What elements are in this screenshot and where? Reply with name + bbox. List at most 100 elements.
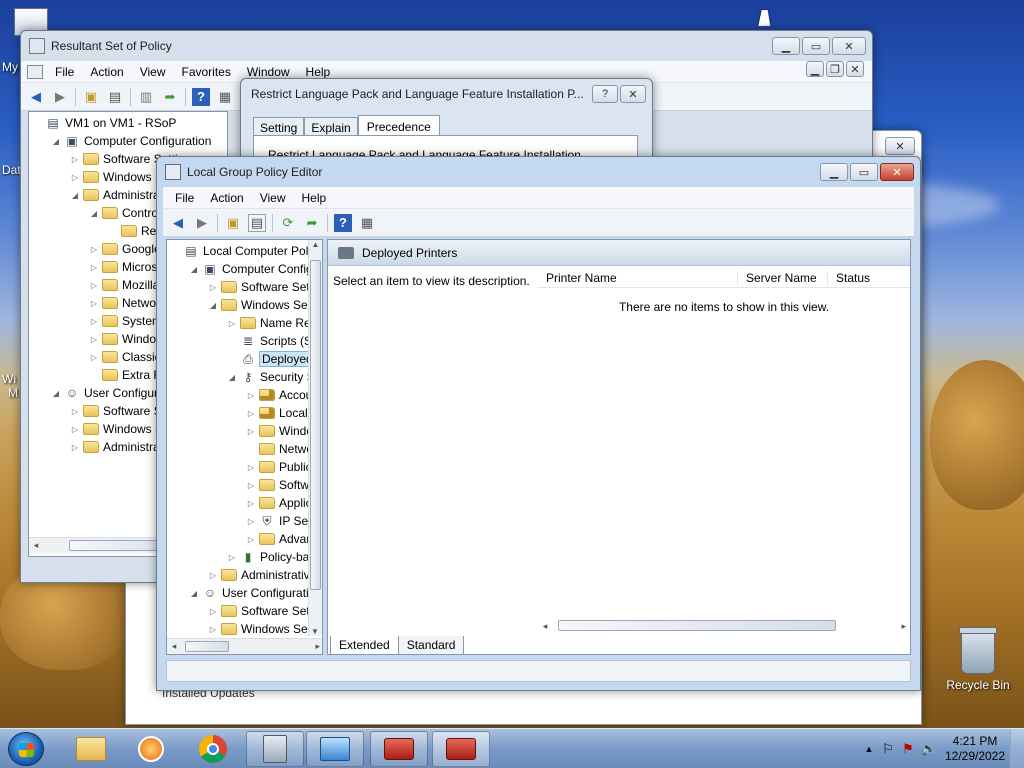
expand-toggle-icon[interactable]: ▷ [207,607,219,616]
expand-toggle-icon[interactable]: ◢ [50,389,62,398]
expand-toggle-icon[interactable]: ▷ [69,443,81,452]
expand-toggle-icon[interactable]: ▷ [88,263,100,272]
gpedit-titlebar[interactable]: Local Group Policy Editor ▁ ▭ ✕ [157,157,920,187]
tree-node[interactable]: ▷ Applic [245,494,312,512]
tree-node[interactable]: ▷ Google [88,240,161,258]
expand-toggle-icon[interactable]: ▷ [88,317,100,326]
expand-toggle-icon[interactable]: ▷ [245,499,257,508]
maximize-button[interactable]: ▭ [850,163,878,181]
scroll-left-arrow[interactable]: ◂ [167,641,181,652]
expand-toggle-icon[interactable]: ▷ [245,481,257,490]
taskbar-explorer-button[interactable] [62,731,120,767]
expand-toggle-icon[interactable]: ◢ [88,209,100,218]
desktop-icon-label[interactable]: Wi [2,372,16,386]
tree-node[interactable]: ◢ ☺ User Configuratio [188,584,315,602]
expand-toggle-icon[interactable]: ▷ [69,425,81,434]
expand-toggle-icon[interactable]: ▷ [245,463,257,472]
expand-toggle-icon[interactable]: ▷ [69,155,81,164]
tree-node[interactable]: ◢ ▣ Computer Config [188,260,313,278]
expand-toggle-icon[interactable]: ▷ [88,353,100,362]
network-icon[interactable]: ⚐ [878,741,898,757]
maximize-button[interactable]: ▭ [802,37,830,55]
desktop-icon-label[interactable]: M [8,386,18,400]
expand-toggle-icon[interactable]: ▷ [245,409,257,418]
menu-help[interactable]: Help [294,191,335,205]
tree-node[interactable]: ▷ Network [88,294,166,312]
tree-node[interactable]: ◢ ☺ User Configurat [50,384,168,402]
tree-node[interactable]: ▷ Software Setti [207,602,316,620]
start-button[interactable] [8,732,44,766]
scroll-thumb[interactable] [310,260,321,590]
desktop-icon-label[interactable]: My [2,60,18,74]
rsop-titlebar[interactable]: Resultant Set of Policy ▁ ▭ ✕ [21,31,872,61]
gpedit-tree-vscrollbar[interactable]: ▲ ▼ [308,240,322,636]
tab-standard[interactable]: Standard [398,636,465,655]
expand-toggle-icon[interactable]: ▷ [88,335,100,344]
expand-toggle-icon[interactable]: ▷ [69,407,81,416]
child-minimize-button[interactable]: ▁ [806,61,824,77]
tree-node[interactable]: ▷ Software Setti [207,278,316,296]
tree-node[interactable]: ▷ Softwa [245,476,316,494]
tree-node[interactable]: Netwo [245,440,313,458]
tree-node[interactable]: ▷ Administrati [69,438,166,456]
tree-node[interactable]: ▷ Advan [245,530,313,548]
scroll-down-arrow[interactable]: ▼ [309,627,321,636]
tree-node[interactable]: ▷ Window [88,330,165,348]
action-center-icon[interactable]: ⚑ [898,741,918,757]
scroll-thumb[interactable] [185,641,229,652]
tree-node[interactable]: ▷ Accou [245,386,312,404]
forward-arrow-icon[interactable]: ▶ [193,214,211,232]
tree-node[interactable]: ▷ Windows Sett [207,620,314,638]
taskbar-chrome-button[interactable] [184,731,242,767]
tree-node[interactable]: ▷ Windo [245,422,313,440]
show-action-pane-icon[interactable]: ▦ [358,214,376,232]
expand-toggle-icon[interactable]: ◢ [226,373,238,382]
tree-node[interactable]: ▤ Local Computer Polic [169,242,317,260]
recycle-bin[interactable]: Recycle Bin [940,627,1016,692]
refresh-icon[interactable]: ⟳ [279,214,297,232]
menu-action[interactable]: Action [82,65,131,79]
tree-node[interactable]: ◢ Windows Sett [207,296,314,314]
clock[interactable]: 4:21 PM 12/29/2022 [940,734,1010,764]
taskbar-toolbox-button-active[interactable] [432,731,490,767]
tree-node[interactable]: ▷ Microso [88,258,164,276]
expand-toggle-icon[interactable]: ▷ [245,391,257,400]
expand-toggle-icon[interactable]: ▷ [88,281,100,290]
background-window-close-button[interactable]: ✕ [885,137,915,155]
tree-node[interactable]: ▷ Mozilla [88,276,159,294]
desktop-icon-label[interactable]: Dat [2,163,21,177]
volume-icon[interactable]: 🔈 [918,741,940,757]
scroll-left-arrow[interactable]: ◂ [538,621,552,632]
help-icon[interactable]: ? [192,87,210,106]
tree-node[interactable]: ▷ ▮ Policy-bas [226,548,315,566]
expand-toggle-icon[interactable]: ▷ [226,553,238,562]
tree-node[interactable]: ▷ Name Res [226,314,317,332]
tree-node[interactable]: ▷ Administrative [207,566,316,584]
show-action-pane-icon[interactable]: ▦ [216,88,234,106]
child-close-button[interactable]: ✕ [846,61,864,77]
expand-toggle-icon[interactable]: ▷ [245,535,257,544]
gpedit-window[interactable]: Local Group Policy Editor ▁ ▭ ✕ File Act… [156,156,921,691]
list-hscrollbar[interactable]: ◂ ▸ [538,618,910,634]
back-arrow-icon[interactable]: ◀ [27,88,45,106]
dialog-titlebar[interactable]: Restrict Language Pack and Language Feat… [241,79,652,109]
dialog-close-button[interactable]: ✕ [620,85,646,103]
up-folder-icon[interactable]: ▣ [82,88,100,106]
scroll-right-arrow[interactable]: ▸ [315,641,320,652]
scroll-thumb[interactable] [558,620,836,631]
expand-toggle-icon[interactable]: ◢ [188,265,200,274]
help-icon[interactable]: ? [334,213,352,232]
expand-toggle-icon[interactable]: ◢ [69,191,81,200]
expand-toggle-icon[interactable]: ▷ [207,625,219,634]
expand-toggle-icon[interactable]: ◢ [207,301,219,310]
tree-node[interactable]: ▷ Public [245,458,312,476]
policy-properties-dialog[interactable]: Restrict Language Pack and Language Feat… [240,78,653,158]
taskbar-server-manager-button[interactable] [246,731,304,767]
menu-view[interactable]: View [252,191,294,205]
close-button[interactable]: ✕ [880,163,914,181]
tree-node[interactable]: ▷ Windows Se [69,420,170,438]
expand-toggle-icon[interactable]: ▷ [207,571,219,580]
tab-extended[interactable]: Extended [330,636,399,655]
tree-node[interactable]: ▷ System [88,312,162,330]
expand-toggle-icon[interactable]: ◢ [188,589,200,598]
